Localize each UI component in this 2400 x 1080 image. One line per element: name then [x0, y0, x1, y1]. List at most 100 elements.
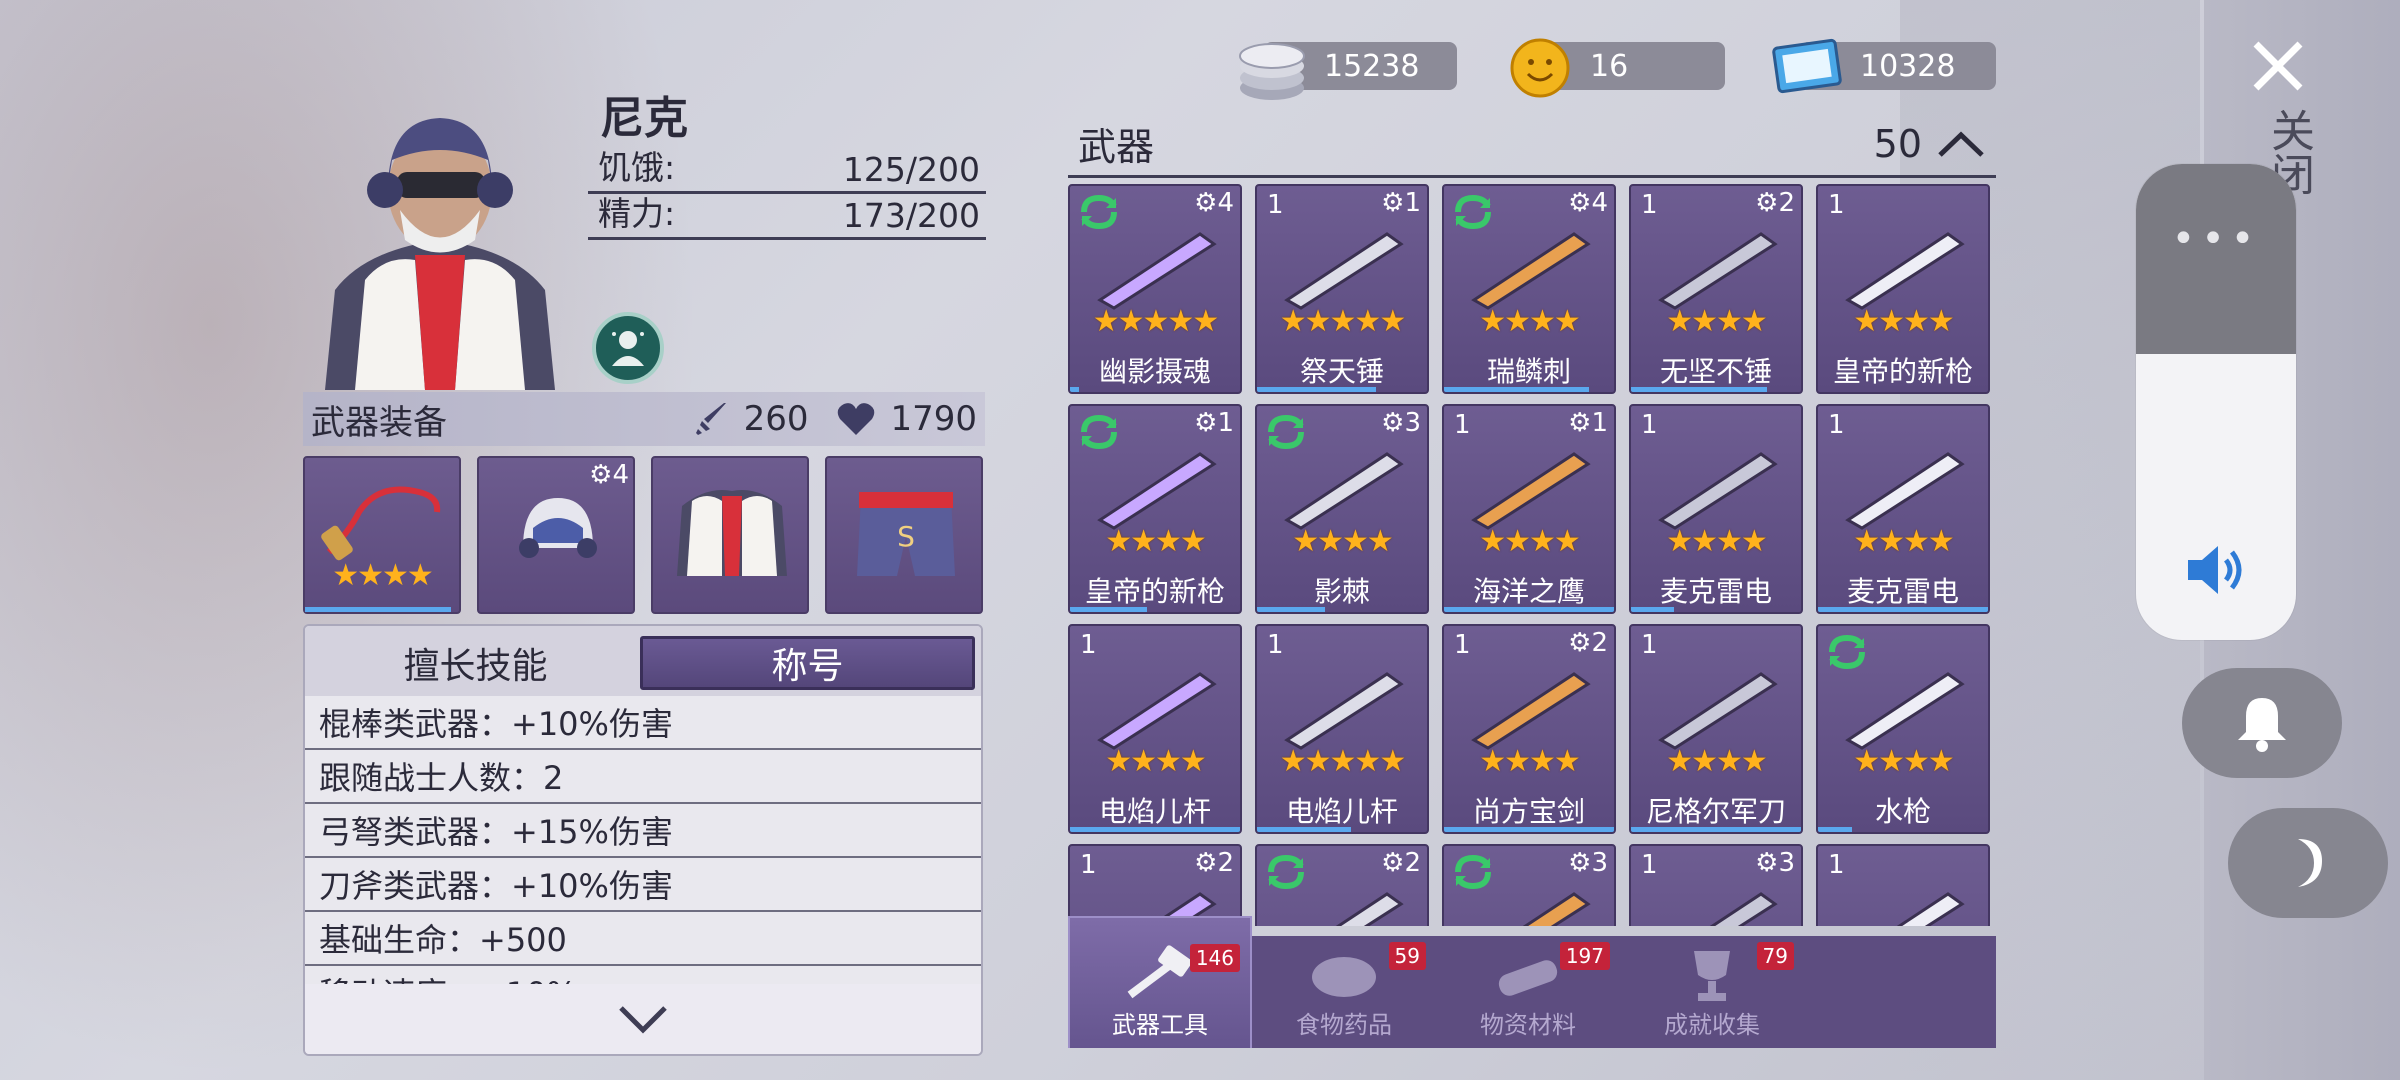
- weapon-gear-level: ⚙2: [1381, 848, 1421, 878]
- sword-icon: [695, 403, 726, 435]
- weapon-icon: [1658, 672, 1778, 750]
- weapon-gear-level: ⚙1: [1381, 188, 1421, 218]
- weapon-quantity: 1: [1641, 410, 1658, 440]
- skills-tabs: 擅长技能 称号: [305, 626, 981, 696]
- weapon-card[interactable]: 1 ★★★★★ 电焰儿杆: [1255, 624, 1429, 834]
- weapon-card[interactable]: 1 ⚙2 ★★★★ 无坚不锤: [1629, 184, 1803, 394]
- energy-stat: 精力: 173/200: [588, 194, 986, 240]
- weapon-card[interactable]: ★★★★ 水枪: [1816, 624, 1990, 834]
- tab-count-badge: 79: [1756, 942, 1794, 970]
- weapon-name: 尚方宝剑: [1472, 795, 1585, 828]
- weapon-card[interactable]: ⚙4 ★★★★ 瑞鳞刺: [1442, 184, 1616, 394]
- weapon-card[interactable]: 1 ⚙2 ★★★★ 尚方宝剑: [1442, 624, 1616, 834]
- weapon-card[interactable]: ⚙1 ★★★★ 皇帝的新枪: [1068, 404, 1242, 614]
- tab-count-badge: 59: [1388, 942, 1426, 970]
- weapon-grid: ⚙4 ★★★★★ 幽影摄魂 1 ⚙1 ★★★★★ 祭天锤 ⚙4 ★★★★ 瑞鳞刺 1 ⚙2 ★★★★ 无坚…: [1068, 184, 1998, 926]
- weapon-name: 祭天锤: [1299, 355, 1384, 388]
- svg-text:S: S: [897, 520, 915, 553]
- gold-amount: 16: [1590, 48, 1629, 84]
- weapon-quantity: 1: [1828, 410, 1845, 440]
- tab-achievements[interactable]: 79 成就收集: [1620, 936, 1804, 1048]
- weapon-card[interactable]: ⚙4 ★★★★★ 幽影摄魂: [1068, 184, 1242, 394]
- slot-gear-level: ⚙4: [589, 460, 629, 490]
- weapon-quantity: 1: [1454, 410, 1471, 440]
- more-icon[interactable]: •••: [2136, 216, 2296, 262]
- weapon-card[interactable]: 1 ⚙1 ★★★★ 海洋之鹰: [1442, 404, 1616, 614]
- weapon-gear-level: ⚙4: [1568, 188, 1608, 218]
- hunger-label: 饥饿:: [598, 148, 676, 187]
- weapon-card[interactable]: ⚙2: [1255, 844, 1429, 926]
- weapon-stars: ★★★★: [1479, 524, 1581, 559]
- weapon-card[interactable]: 1: [1816, 844, 1990, 926]
- weapon-gear-level: ⚙2: [1194, 848, 1234, 878]
- weapon-icon: [1896, 892, 1965, 926]
- weapon-name: 电焰儿杆: [1285, 795, 1398, 828]
- weapon-card[interactable]: 1 ⚙2: [1068, 844, 1242, 926]
- weapon-stars: ★★★★: [1666, 524, 1768, 559]
- weapon-card[interactable]: 1 ★★★★ 皇帝的新枪: [1816, 184, 1990, 394]
- weapon-icon: [1284, 232, 1404, 310]
- weapon-durability-bar: [1070, 607, 1147, 612]
- energy-label: 精力:: [598, 194, 676, 233]
- skill-row: 基础生命：+500: [305, 912, 981, 966]
- weapons-title: 武器: [1078, 125, 1155, 169]
- weapon-name: 皇帝的新枪: [1084, 575, 1225, 608]
- hunger-value: 125/200: [842, 150, 980, 189]
- silver-currency: 15238: [1239, 42, 1457, 100]
- weapon-name: 电焰儿杆: [1098, 795, 1211, 828]
- tab-materials[interactable]: 197 物资材料: [1436, 936, 1620, 1048]
- weapon-durability-bar: [1631, 827, 1801, 832]
- weapon-quantity: 1: [1828, 190, 1845, 220]
- weapon-durability-bar: [1257, 827, 1351, 832]
- volume-slider[interactable]: •••: [2136, 164, 2296, 640]
- weapon-quantity: 1: [1641, 630, 1658, 660]
- weapon-card[interactable]: ⚙3: [1442, 844, 1616, 926]
- equip-slot-shorts[interactable]: S: [825, 456, 983, 614]
- notification-button[interactable]: [2182, 668, 2342, 778]
- title-badge-icon[interactable]: [592, 312, 664, 384]
- weapon-card[interactable]: 1 ★★★★ 麦克雷电: [1629, 404, 1803, 614]
- weapon-card[interactable]: 1 ⚙1 ★★★★★ 祭天锤: [1255, 184, 1429, 394]
- weapon-name: 影棘: [1313, 575, 1370, 608]
- tab-weapons-tools[interactable]: 146 武器工具: [1068, 916, 1252, 1048]
- energy-value: 173/200: [842, 196, 980, 235]
- weapon-icon: [1284, 452, 1404, 530]
- equip-slot-coat[interactable]: [651, 456, 809, 614]
- weapon-quantity: 1: [1080, 850, 1097, 880]
- weapons-count-value: 50: [1873, 121, 1922, 166]
- weapon-icon: [1471, 672, 1591, 750]
- tab-titles[interactable]: 称号: [640, 636, 975, 690]
- weapon-card[interactable]: 1 ★★★★ 尼格尔军刀: [1629, 624, 1803, 834]
- weapon-gear-level: ⚙2: [1568, 628, 1608, 658]
- weapon-icon: [1097, 452, 1217, 530]
- weapons-header: 武器 50: [1068, 112, 1996, 178]
- weapon-card[interactable]: 1 ⚙3: [1629, 844, 1803, 926]
- weapon-card[interactable]: ⚙3 ★★★★ 影棘: [1255, 404, 1429, 614]
- gold-currency: 16: [1510, 38, 1725, 98]
- coat-icon: [677, 490, 787, 576]
- equip-slot-whip[interactable]: ★★★★: [303, 456, 461, 614]
- equip-slot-helmet[interactable]: ⚙4: [477, 456, 635, 614]
- close-button[interactable]: [2248, 36, 2308, 96]
- skill-row: 弓弩类武器：+15%伤害: [305, 804, 981, 858]
- weapon-name: 水枪: [1874, 795, 1931, 828]
- weapon-gear-level: ⚙3: [1381, 408, 1421, 438]
- tab-skills[interactable]: 擅长技能: [311, 636, 640, 690]
- weapon-icon: [1471, 232, 1591, 310]
- helmet-icon: [519, 498, 597, 558]
- weapon-name: 皇帝的新枪: [1832, 355, 1973, 388]
- weapon-name: 幽影摄魂: [1098, 355, 1211, 388]
- tab-food-medicine[interactable]: 59 食物药品: [1252, 936, 1436, 1048]
- tab-label: 成就收集: [1664, 1011, 1760, 1039]
- weapon-durability-bar: [1444, 827, 1614, 832]
- weapon-durability-bar: [1257, 387, 1376, 392]
- expand-skills-button[interactable]: [305, 984, 981, 1054]
- skill-row: 棍棒类武器：+10%伤害: [305, 696, 981, 750]
- dark-mode-button[interactable]: [2228, 808, 2388, 918]
- weapon-stars: ★★★★★: [1092, 304, 1219, 339]
- weapons-count[interactable]: 50: [1874, 122, 1986, 166]
- weapon-name: 尼格尔军刀: [1645, 795, 1786, 828]
- weapon-card[interactable]: 1 ★★★★ 电焰儿杆: [1068, 624, 1242, 834]
- weapon-card[interactable]: 1 ★★★★ 麦克雷电: [1816, 404, 1990, 614]
- weapon-durability-bar: [1070, 827, 1240, 832]
